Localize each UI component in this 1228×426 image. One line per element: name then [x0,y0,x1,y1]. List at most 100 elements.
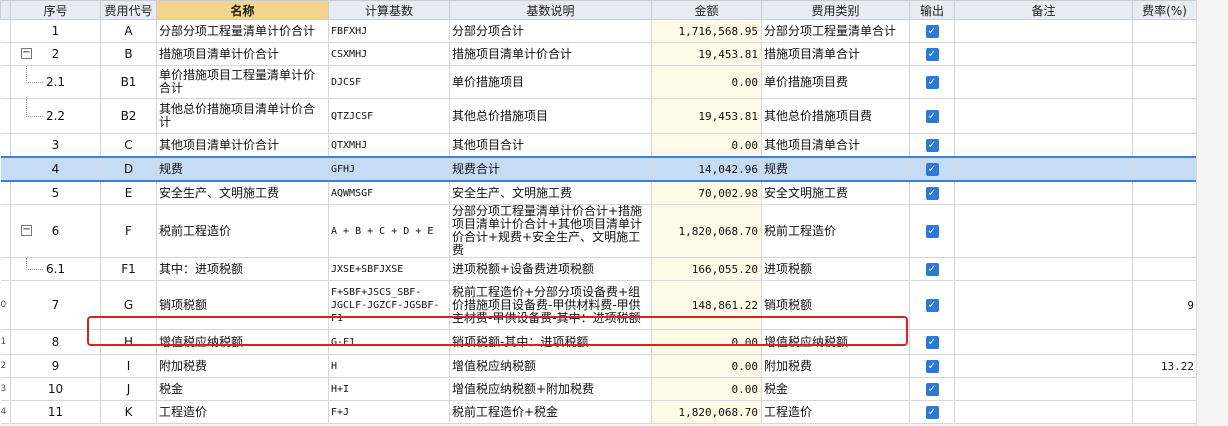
code-cell[interactable]: K [100,400,157,424]
amount-cell[interactable]: 0.00 [651,65,762,99]
checkbox-checked-icon[interactable]: ✓ [925,187,939,200]
amount-cell[interactable]: 0.00 [651,354,762,378]
output-cell[interactable]: ✓ [909,329,955,355]
remark-cell[interactable] [954,329,1133,355]
amount-cell[interactable]: 0.00 [651,377,762,401]
desc-cell[interactable]: 其他项目合计 [449,133,652,158]
row-edge-cell[interactable]: 3 [0,377,11,401]
row-edge-cell[interactable] [0,180,11,205]
header-name[interactable]: 名称 [156,0,329,20]
desc-cell[interactable]: 增值税应纳税额+附加税费 [449,377,652,401]
desc-cell[interactable]: 措施项目清单计价合计 [449,42,652,66]
amount-cell[interactable]: 1,820,068.70 [651,204,762,258]
name-cell[interactable]: 其他项目清单计价合计 [156,133,329,158]
checkbox-checked-icon[interactable]: ✓ [925,25,939,38]
rate-cell[interactable]: 9 [1132,280,1197,330]
remark-cell[interactable] [954,280,1133,330]
amount-cell[interactable]: 14,042.96 [651,156,762,182]
rate-cell[interactable] [1132,400,1197,424]
amount-cell[interactable]: 1,716,568.95 [651,19,762,43]
rate-cell[interactable] [1132,65,1197,99]
rate-cell[interactable] [1132,329,1197,355]
output-cell[interactable]: ✓ [909,42,955,66]
remark-cell[interactable] [954,377,1133,401]
amount-cell[interactable]: 19,453.81 [651,42,762,66]
table-row[interactable]: 4 11 K 工程造价 F+J 税前工程造价+税金 1,820,068.70 工程造价 ✓ [0,400,1197,424]
code-cell[interactable]: B1 [100,65,157,99]
category-cell[interactable]: 规费 [761,156,910,182]
seq-cell[interactable]: 6.1 [10,257,101,281]
remark-cell[interactable] [954,400,1133,424]
name-cell[interactable]: 其中：进项税额 [156,257,329,281]
seq-cell[interactable]: 5 [10,180,101,205]
code-cell[interactable]: B [100,42,157,66]
base-cell[interactable]: H+I [328,377,450,401]
code-cell[interactable]: B2 [100,98,157,134]
row-edge-cell[interactable] [0,257,11,281]
seq-cell[interactable]: 2− [10,42,101,66]
name-cell[interactable]: 附加税费 [156,354,329,378]
desc-cell[interactable]: 单价措施项目 [449,65,652,99]
base-cell[interactable]: GFHJ [328,156,450,182]
category-cell[interactable]: 其他项目清单合计 [761,133,910,158]
rate-cell[interactable] [1132,42,1197,66]
output-cell[interactable]: ✓ [909,133,955,158]
row-edge-cell[interactable] [0,204,11,258]
base-cell[interactable]: QTXMHJ [328,133,450,158]
collapse-icon[interactable]: − [21,48,32,59]
checkbox-checked-icon[interactable]: ✓ [925,383,939,396]
header-desc[interactable]: 基数说明 [449,0,652,20]
output-cell[interactable]: ✓ [909,400,955,424]
name-cell[interactable]: 规费 [156,156,329,182]
category-cell[interactable]: 其他总价措施项目费 [761,98,910,134]
desc-cell[interactable]: 规费合计 [449,156,652,182]
rate-cell[interactable] [1132,204,1197,258]
category-cell[interactable]: 安全文明施工费 [761,180,910,205]
name-cell[interactable]: 安全生产、文明施工费 [156,180,329,205]
code-cell[interactable]: F [100,204,157,258]
rate-cell[interactable] [1132,257,1197,281]
table-row[interactable]: 3 10 J 税金 H+I 增值税应纳税额+附加税费 0.00 税金 ✓ [0,377,1197,401]
seq-cell[interactable]: 9 [10,354,101,378]
table-row[interactable]: 5 E 安全生产、文明施工费 AQWMSGF 安全生产、文明施工费 70,002.98 安全… [0,180,1197,205]
output-cell[interactable]: ✓ [909,180,955,205]
row-edge-cell[interactable] [0,98,11,134]
base-cell[interactable]: G-F1 [328,329,450,355]
output-cell[interactable]: ✓ [909,257,955,281]
code-cell[interactable]: F1 [100,257,157,281]
category-cell[interactable]: 措施项目清单合计 [761,42,910,66]
amount-cell[interactable]: 0.00 [651,133,762,158]
desc-cell[interactable]: 分部分项工程量清单计价合计+措施项目清单计价合计+其他项目清单计价合计+规费+安… [449,204,652,258]
seq-cell[interactable]: 10 [10,377,101,401]
table-row[interactable]: 0 7 G 销项税额 F+SBF+JSCS_SBF-JGCLF-JGZCF-JGSBF-… [0,280,1197,330]
table-row[interactable]: 4 D 规费 GFHJ 规费合计 14,042.96 规费 ✓ [0,156,1197,182]
table-row[interactable]: 1 8 H 增值税应纳税额 G-F1 销项税额-其中：进项税额 0.00 增值税应纳税额 ✓ [0,329,1197,355]
name-cell[interactable]: 单价措施项目工程量清单计价合计 [156,65,329,99]
table-row[interactable]: 2− B 措施项目清单计价合计 CSXMHJ 措施项目清单计价合计 19,453.81 措施… [0,42,1197,66]
row-edge-cell[interactable]: 2 [0,354,11,378]
output-cell[interactable]: ✓ [909,354,955,378]
desc-cell[interactable]: 税前工程造价+税金 [449,400,652,424]
category-cell[interactable]: 工程造价 [761,400,910,424]
table-row[interactable]: 2.1 B1 单价措施项目工程量清单计价合计 DJCSF 单价措施项目 0.00 单价措施项… [0,65,1197,99]
remark-cell[interactable] [954,42,1133,66]
desc-cell[interactable]: 分部分项合计 [449,19,652,43]
checkbox-checked-icon[interactable]: ✓ [925,336,939,349]
output-cell[interactable]: ✓ [909,19,955,43]
rate-cell[interactable] [1132,156,1197,182]
table-row[interactable]: 6− F 税前工程造价 A + B + C + D + E 分部分项工程量清单计价合计+… [0,204,1197,258]
remark-cell[interactable] [954,19,1133,43]
category-cell[interactable]: 销项税额 [761,280,910,330]
amount-cell[interactable]: 19,453.81 [651,98,762,134]
remark-cell[interactable] [954,354,1133,378]
rate-cell[interactable] [1132,377,1197,401]
output-cell[interactable]: ✓ [909,156,955,182]
header-rate[interactable]: 费率(%) [1132,0,1197,20]
amount-cell[interactable]: 1,820,068.70 [651,400,762,424]
rate-cell[interactable]: 13.22 [1132,354,1197,378]
checkbox-checked-icon[interactable]: ✓ [925,406,939,419]
header-remark[interactable]: 备注 [954,0,1133,20]
category-cell[interactable]: 单价措施项目费 [761,65,910,99]
category-cell[interactable]: 附加税费 [761,354,910,378]
code-cell[interactable]: H [100,329,157,355]
